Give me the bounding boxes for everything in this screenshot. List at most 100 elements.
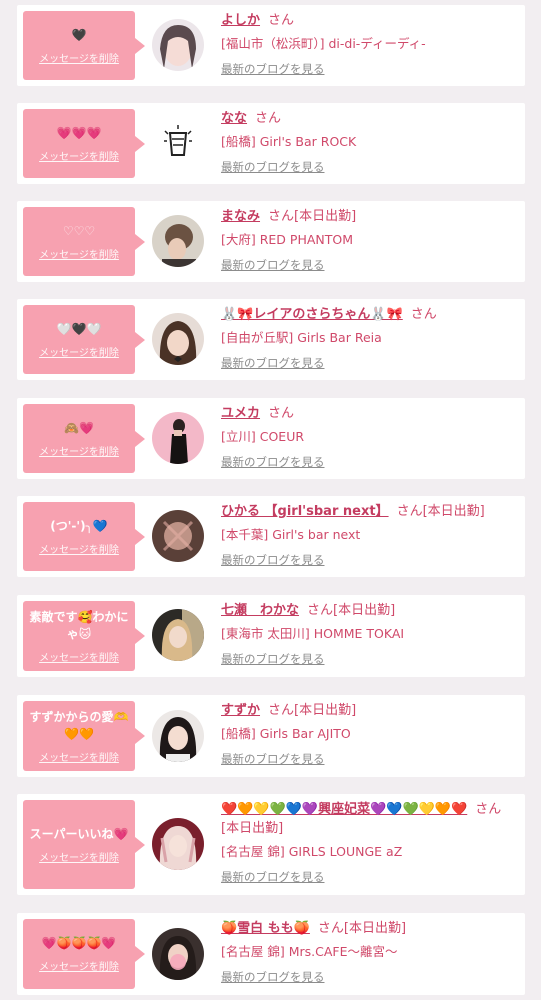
- latest-blog-link[interactable]: 最新のブログを見る: [221, 969, 325, 985]
- cast-name-link[interactable]: まなみ: [221, 209, 260, 224]
- delete-message-link[interactable]: メッセージを削除: [39, 849, 119, 864]
- shop-info: [船橋] Girl's Bar ROCK: [221, 134, 357, 149]
- message-card: 🙈💗 メッセージを削除 ユメカ さん [立川] COEUR 最新のブログを見る: [17, 398, 525, 479]
- message-bubble: 🖤 メッセージを削除: [23, 11, 145, 80]
- message-bubble: ♡♡♡ メッセージを削除: [23, 207, 145, 276]
- message-card: 💗💗💗 メッセージを削除 なな さん [船橋] Girl's Bar ROCK 最…: [17, 103, 525, 184]
- entry-info: よしか さん [福山市（松浜町）] di-di-ディーディ- 最新のブログを見る: [221, 11, 517, 77]
- work-status: [本日出勤]: [294, 209, 357, 224]
- cast-name-link[interactable]: よしか: [221, 13, 260, 28]
- honorific: さん: [268, 703, 295, 718]
- avatar[interactable]: [152, 609, 204, 661]
- work-status: [本日出勤]: [333, 603, 396, 618]
- message-text: 🤍🖤🤍: [56, 321, 102, 336]
- latest-blog-link[interactable]: 最新のブログを見る: [221, 869, 325, 885]
- shop-info: [船橋] Girls Bar AJITO: [221, 726, 351, 741]
- work-status: [本日出勤]: [343, 921, 407, 936]
- message-bubble: 🤍🖤🤍 メッセージを削除: [23, 305, 145, 374]
- message-text: 💗💗💗: [56, 125, 102, 140]
- message-bubble: スーパーいいね💗 メッセージを削除: [23, 800, 145, 889]
- honorific: さん: [410, 307, 437, 322]
- message-text: 🙈💗: [64, 420, 94, 435]
- cast-name-link[interactable]: すずか: [221, 703, 260, 718]
- message-card: ♡♡♡ メッセージを削除 まなみ さん[本日出勤] [大府] RED PHANTO…: [17, 201, 525, 282]
- work-status: [本日出勤]: [221, 821, 284, 836]
- delete-message-link[interactable]: メッセージを削除: [39, 148, 119, 163]
- latest-blog-link[interactable]: 最新のブログを見る: [221, 651, 325, 667]
- delete-message-link[interactable]: メッセージを削除: [39, 649, 119, 664]
- shop-info: [立川] COEUR: [221, 429, 305, 444]
- honorific: さん: [396, 504, 423, 519]
- delete-message-link[interactable]: メッセージを削除: [39, 344, 119, 359]
- delete-message-link[interactable]: メッセージを削除: [39, 958, 119, 973]
- work-status: [本日出勤]: [294, 703, 357, 718]
- message-bubble: 素敵です🥰わかにゃ🐱 メッセージを削除: [23, 601, 145, 671]
- entry-info: なな さん [船橋] Girl's Bar ROCK 最新のブログを見る: [221, 109, 517, 175]
- avatar[interactable]: [152, 818, 204, 870]
- message-bubble: 💗💗💗 メッセージを削除: [23, 109, 145, 178]
- message-text: ♡♡♡: [62, 223, 96, 238]
- latest-blog-link[interactable]: 最新のブログを見る: [221, 751, 325, 767]
- latest-blog-link[interactable]: 最新のブログを見る: [221, 159, 325, 175]
- message-text: (つ'-')╮💙: [50, 518, 108, 533]
- delete-message-link[interactable]: メッセージを削除: [39, 749, 119, 764]
- avatar[interactable]: [152, 710, 204, 762]
- latest-blog-link[interactable]: 最新のブログを見る: [221, 355, 325, 371]
- entry-info: 🐰🎀レイアのさらちゃん🐰🎀 さん [自由が丘駅] Girls Bar Reia 最…: [221, 305, 517, 371]
- message-card: (つ'-')╮💙 メッセージを削除 ひかる 【girl'sbar next】 さん…: [17, 496, 525, 577]
- cast-name-link[interactable]: ユメカ: [221, 406, 260, 421]
- honorific: さん: [268, 13, 295, 28]
- cast-name-link[interactable]: ひかる 【girl'sbar next】: [221, 504, 389, 519]
- shop-info: [福山市（松浜町）] di-di-ディーディ-: [221, 36, 426, 51]
- message-card: 💗🍑🍑🍑💗 メッセージを削除 🍑雪白 もも🍑 さん[本日出勤] [名古屋 錦] M…: [17, 913, 525, 995]
- entry-info: 🍑雪白 もも🍑 さん[本日出勤] [名古屋 錦] Mrs.CAFE〜離宮〜 最新の…: [221, 919, 517, 985]
- latest-blog-link[interactable]: 最新のブログを見る: [221, 552, 325, 568]
- shop-info: [本千葉] Girl's bar next: [221, 527, 361, 542]
- entry-info: ユメカ さん [立川] COEUR 最新のブログを見る: [221, 404, 517, 470]
- message-card: 🖤 メッセージを削除 よしか さん [福山市（松浜町）] di-di-ディーディ-…: [17, 5, 525, 86]
- cast-name-link[interactable]: ❤️🧡💛💚💙💜興座妃菜💜💙💚💛🧡❤️: [221, 802, 467, 817]
- message-text: 素敵です🥰わかにゃ🐱: [29, 609, 129, 641]
- message-text: 🖤: [71, 27, 87, 42]
- message-card: 🤍🖤🤍 メッセージを削除 🐰🎀レイアのさらちゃん🐰🎀 さん [自由が丘駅] Gir…: [17, 299, 525, 380]
- shop-info: [名古屋 錦] Mrs.CAFE〜離宮〜: [221, 944, 398, 959]
- honorific: さん: [268, 406, 295, 421]
- cast-name-link[interactable]: 🍑雪白 もも🍑: [221, 921, 310, 936]
- honorific: さん: [268, 209, 295, 224]
- cast-name-link[interactable]: 🐰🎀レイアのさらちゃん🐰🎀: [221, 307, 403, 322]
- avatar[interactable]: [152, 928, 204, 980]
- message-bubble: (つ'-')╮💙 メッセージを削除: [23, 502, 145, 571]
- shop-info: [自由が丘駅] Girls Bar Reia: [221, 330, 382, 345]
- message-bubble: 💗🍑🍑🍑💗 メッセージを削除: [23, 919, 145, 989]
- delete-message-link[interactable]: メッセージを削除: [39, 443, 119, 458]
- avatar[interactable]: [152, 412, 204, 464]
- entry-info: ❤️🧡💛💚💙💜興座妃菜💜💙💚💛🧡❤️ さん [本日出勤] [名古屋 錦] GIRLS…: [221, 800, 517, 885]
- shop-info: [名古屋 錦] GIRLS LOUNGE aZ: [221, 844, 403, 859]
- honorific: さん: [317, 921, 344, 936]
- message-bubble: すずかからの愛🫶🧡🧡 メッセージを削除: [23, 701, 145, 771]
- entry-info: まなみ さん[本日出勤] [大府] RED PHANTOM 最新のブログを見る: [221, 207, 517, 273]
- latest-blog-link[interactable]: 最新のブログを見る: [221, 61, 325, 77]
- message-bubble: 🙈💗 メッセージを削除: [23, 404, 145, 473]
- message-text: 💗🍑🍑🍑💗: [41, 936, 117, 950]
- message-text: すずかからの愛🫶🧡🧡: [29, 709, 129, 741]
- shop-info: [大府] RED PHANTOM: [221, 232, 354, 247]
- avatar[interactable]: [152, 215, 204, 267]
- message-card: すずかからの愛🫶🧡🧡 メッセージを削除 すずか さん[本日出勤] [船橋] Gir…: [17, 695, 525, 777]
- avatar[interactable]: [152, 117, 204, 169]
- avatar[interactable]: [152, 510, 204, 562]
- delete-message-link[interactable]: メッセージを削除: [39, 50, 119, 65]
- avatar[interactable]: [152, 313, 204, 365]
- message-text: スーパーいいね💗: [29, 826, 129, 841]
- shop-info: [東海市 太田川] HOMME TOKAI: [221, 626, 405, 641]
- work-status: [本日出勤]: [422, 504, 485, 519]
- entry-info: 七瀬 わかな さん[本日出勤] [東海市 太田川] HOMME TOKAI 最新の…: [221, 601, 517, 667]
- delete-message-link[interactable]: メッセージを削除: [39, 246, 119, 261]
- latest-blog-link[interactable]: 最新のブログを見る: [221, 454, 325, 470]
- cast-name-link[interactable]: 七瀬 わかな: [221, 603, 299, 618]
- delete-message-link[interactable]: メッセージを削除: [39, 541, 119, 556]
- latest-blog-link[interactable]: 最新のブログを見る: [221, 257, 325, 273]
- cast-name-link[interactable]: なな: [221, 111, 247, 126]
- avatar[interactable]: [152, 19, 204, 71]
- entry-info: ひかる 【girl'sbar next】 さん[本日出勤] [本千葉] Girl'…: [221, 502, 517, 568]
